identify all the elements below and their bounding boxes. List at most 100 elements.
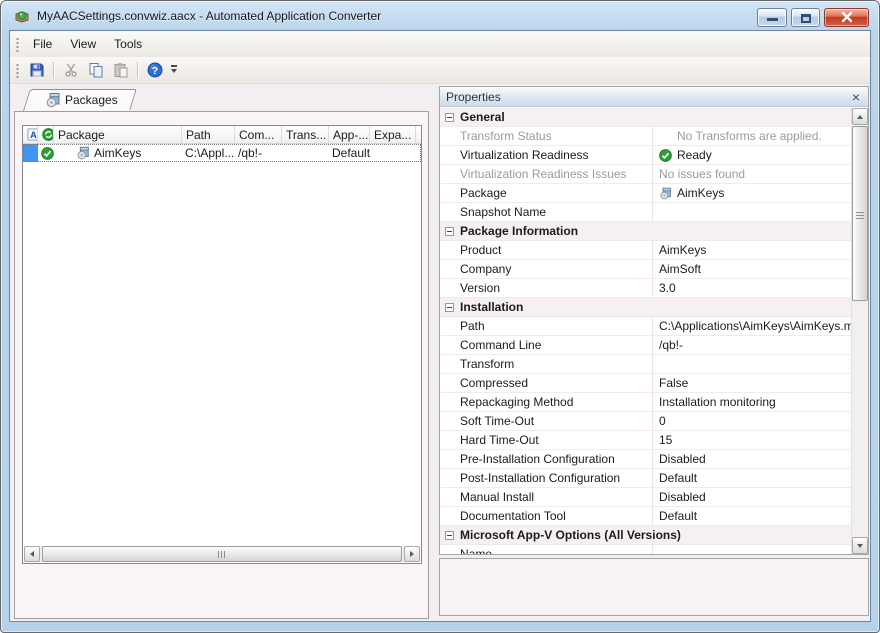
row-status-cell[interactable] — [38, 144, 54, 162]
column-header-package[interactable]: Package — [54, 126, 182, 143]
property-value[interactable]: AimKeys — [653, 184, 851, 202]
property-row[interactable]: Name — [440, 545, 851, 554]
row-selection-cell[interactable] — [23, 144, 38, 162]
property-row[interactable]: Virtualization Readiness IssuesNo issues… — [440, 165, 851, 184]
property-value[interactable]: AimSoft — [653, 260, 851, 278]
property-group-row[interactable]: Installation — [440, 298, 851, 317]
property-row[interactable]: Documentation ToolDefault — [440, 507, 851, 526]
property-row[interactable]: Pre-Installation ConfigurationDisabled — [440, 450, 851, 469]
property-value-text: No Transforms are applied. — [677, 129, 822, 143]
splitter[interactable] — [429, 84, 439, 619]
property-value[interactable] — [653, 545, 851, 554]
property-value[interactable]: False — [653, 374, 851, 392]
property-row[interactable]: Transform — [440, 355, 851, 374]
package-list[interactable]: A PackagePathCom...Trans...App-...Expa...… — [22, 125, 422, 564]
property-row[interactable]: PathC:\Applications\AimKeys\AimKeys.msi — [440, 317, 851, 336]
column-header-path[interactable]: Path — [182, 126, 235, 143]
property-value[interactable]: AimKeys — [653, 241, 851, 259]
property-row[interactable]: Command Line/qb!- — [440, 336, 851, 355]
copy-button[interactable] — [84, 59, 107, 81]
property-value[interactable]: Installation monitoring — [653, 393, 851, 411]
row-appv-cell[interactable]: Default — [329, 144, 370, 162]
vertical-scrollbar[interactable] — [851, 108, 868, 554]
property-label: Package — [460, 184, 653, 202]
row-path-cell[interactable]: C:\Appl... — [182, 144, 235, 162]
property-value[interactable]: No Transforms are applied. — [653, 127, 851, 145]
property-value[interactable]: Disabled — [653, 488, 851, 506]
property-description-area — [439, 558, 869, 616]
property-row[interactable]: Hard Time-Out15 — [440, 431, 851, 450]
property-row[interactable]: Snapshot Name — [440, 203, 851, 222]
toolbar-grip[interactable] — [16, 63, 19, 78]
property-value[interactable] — [653, 203, 851, 221]
save-button[interactable] — [25, 59, 48, 81]
property-value[interactable]: 3.0 — [653, 279, 851, 297]
save-icon — [29, 62, 45, 78]
column-header-com[interactable]: Com... — [235, 126, 282, 143]
property-group-row[interactable]: Microsoft App-V Options (All Versions) — [440, 526, 851, 545]
property-row[interactable]: Repackaging MethodInstallation monitorin… — [440, 393, 851, 412]
column-header-edit-a-icon[interactable]: A — [23, 126, 38, 143]
column-header-app[interactable]: App-... — [329, 126, 370, 143]
property-group-row[interactable]: Package Information — [440, 222, 851, 241]
menubar-grip[interactable] — [16, 37, 19, 52]
property-group-row[interactable]: General — [440, 108, 851, 127]
scrollbar-thumb[interactable] — [852, 126, 868, 301]
property-value[interactable]: Disabled — [653, 450, 851, 468]
property-grid: GeneralTransform StatusNo Transforms are… — [440, 108, 851, 554]
property-value[interactable]: C:\Applications\AimKeys\AimKeys.msi — [653, 317, 851, 335]
menu-view[interactable]: View — [61, 33, 105, 55]
collapse-minus-icon[interactable] — [445, 227, 454, 236]
property-row[interactable]: Transform StatusNo Transforms are applie… — [440, 127, 851, 146]
property-value[interactable]: /qb!- — [653, 336, 851, 354]
toolbar-overflow-button[interactable] — [169, 59, 180, 81]
property-value[interactable]: Default — [653, 507, 851, 525]
properties-header[interactable]: Properties × — [440, 87, 868, 107]
row-command-cell[interactable]: /qb!- — [235, 144, 282, 162]
collapse-minus-icon[interactable] — [445, 531, 454, 540]
menu-tools[interactable]: Tools — [105, 33, 151, 55]
scroll-up-button[interactable] — [852, 108, 868, 125]
horizontal-scrollbar[interactable] — [24, 546, 420, 562]
scroll-down-button[interactable] — [852, 537, 868, 554]
property-row[interactable]: ProductAimKeys — [440, 241, 851, 260]
property-value-text: AimKeys — [677, 186, 724, 200]
property-label: Path — [460, 317, 653, 335]
scroll-right-button[interactable] — [404, 546, 420, 562]
tab-packages[interactable]: Packages — [23, 89, 130, 111]
properties-close-icon[interactable]: × — [850, 90, 862, 104]
property-row[interactable]: Post-Installation ConfigurationDefault — [440, 469, 851, 488]
property-value[interactable]: 0 — [653, 412, 851, 430]
collapse-minus-icon[interactable] — [445, 303, 454, 312]
column-header-refresh-icon[interactable] — [38, 126, 54, 143]
scroll-left-button[interactable] — [24, 546, 40, 562]
property-value[interactable] — [653, 355, 851, 373]
property-row[interactable]: CompressedFalse — [440, 374, 851, 393]
row-package-cell[interactable]: AimKeys — [54, 144, 182, 162]
property-value[interactable]: Ready — [653, 146, 851, 164]
maximize-button[interactable] — [791, 8, 820, 27]
row-expand-cell[interactable] — [370, 144, 416, 162]
minimize-button[interactable] — [757, 8, 787, 27]
property-row[interactable]: Version3.0 — [440, 279, 851, 298]
collapse-minus-icon[interactable] — [445, 113, 454, 122]
paste-button[interactable] — [109, 59, 132, 81]
scrollbar-thumb[interactable] — [42, 546, 402, 562]
close-button[interactable] — [824, 8, 869, 27]
property-row[interactable]: CompanyAimSoft — [440, 260, 851, 279]
column-header-expa[interactable]: Expa... — [370, 126, 416, 143]
help-button[interactable]: ? — [143, 59, 166, 81]
property-value[interactable]: 15 — [653, 431, 851, 449]
column-header-trans[interactable]: Trans... — [282, 126, 329, 143]
property-row[interactable]: Soft Time-Out0 — [440, 412, 851, 431]
property-value[interactable]: No issues found — [653, 165, 851, 183]
property-row[interactable]: Package AimKeys — [440, 184, 851, 203]
property-value[interactable]: Default — [653, 469, 851, 487]
cut-button[interactable] — [59, 59, 82, 81]
row-transform-cell[interactable] — [282, 144, 329, 162]
table-row[interactable]: AimKeysC:\Appl.../qb!- Default — [23, 144, 421, 162]
menu-file[interactable]: File — [24, 33, 61, 55]
property-row[interactable]: Virtualization ReadinessReady — [440, 146, 851, 165]
titlebar[interactable]: MyAACSettings.convwiz.aacx - Automated A… — [1, 1, 879, 30]
property-row[interactable]: Manual InstallDisabled — [440, 488, 851, 507]
